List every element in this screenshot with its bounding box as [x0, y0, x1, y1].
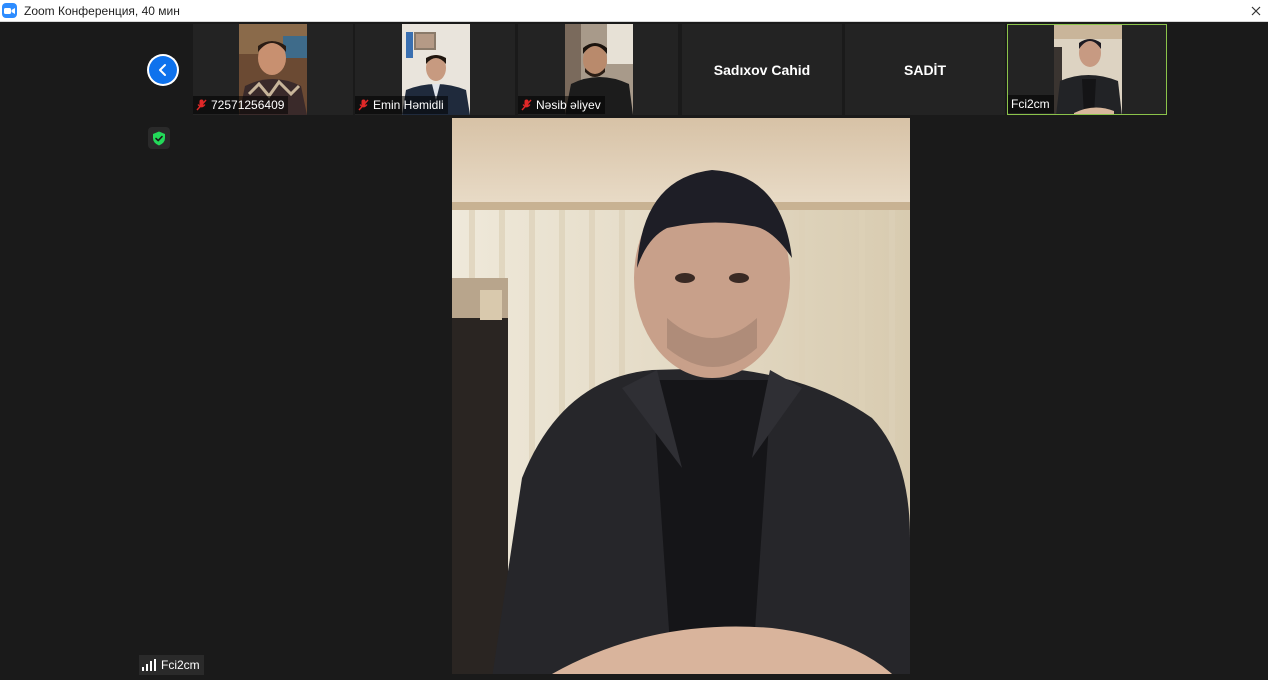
participant-name: Nəsib əliyev [536, 98, 601, 112]
participant-name-tag: Fci2cm [1008, 95, 1054, 113]
close-icon [1251, 6, 1261, 15]
mic-muted-icon [521, 99, 532, 111]
window-title: Zoom Конференция, 40 мин [24, 3, 180, 18]
main-speaker-video [452, 118, 910, 674]
participant-tile[interactable]: Sadıxov Cahid [682, 24, 842, 115]
signal-bars-icon [142, 659, 156, 671]
meeting-stage: 72571256409 Emin Həmidli Nəsib əliyev Sa… [0, 22, 1268, 680]
previous-page-button[interactable] [147, 54, 179, 86]
mic-muted-icon [196, 99, 207, 111]
participant-name: Emin Həmidli [373, 98, 444, 112]
participant-video [1054, 25, 1122, 114]
participant-tile[interactable]: SADİT [845, 24, 1005, 115]
title-bar: Zoom Конференция, 40 мин [0, 0, 1268, 22]
chevron-left-icon [149, 56, 177, 84]
mic-muted-icon [358, 99, 369, 111]
participant-name-tag: Emin Həmidli [355, 96, 448, 114]
shield-check-icon [153, 131, 165, 145]
participant-name-tag: 72571256409 [193, 96, 289, 114]
meeting-security-button[interactable] [148, 127, 170, 149]
active-speaker-name: Fci2cm [161, 658, 200, 672]
participant-tile[interactable]: Emin Həmidli [355, 24, 515, 115]
participant-name-tag: Nəsib əliyev [518, 96, 605, 114]
participant-tile-active-speaker[interactable]: Fci2cm [1007, 24, 1167, 115]
participant-name: Fci2cm [1011, 97, 1050, 111]
active-speaker-name-tag: Fci2cm [139, 655, 204, 675]
participant-name: SADİT [904, 61, 946, 78]
participant-tile[interactable]: Nəsib əliyev [518, 24, 678, 115]
close-window-button[interactable] [1244, 0, 1268, 21]
zoom-camera-icon [2, 3, 17, 18]
participant-tile[interactable]: 72571256409 [193, 24, 353, 115]
participant-name: Sadıxov Cahid [713, 61, 811, 78]
participant-name: 72571256409 [211, 98, 285, 112]
